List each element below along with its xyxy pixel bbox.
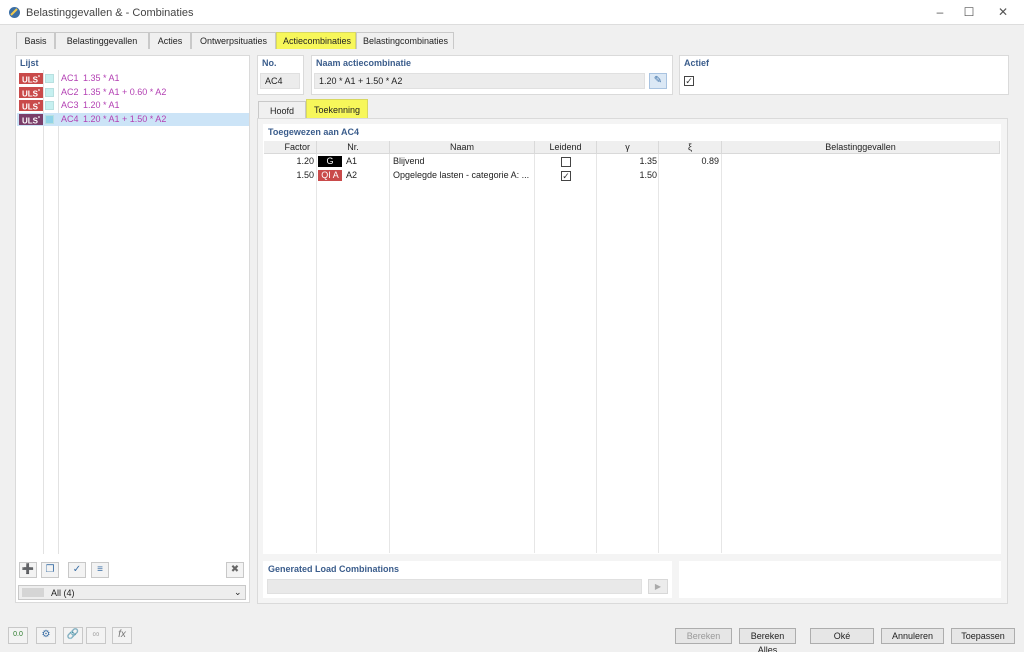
list-item[interactable]: ULS* AC1 1.35 * A1: [17, 72, 249, 85]
uls-badge: ULS*: [19, 87, 43, 99]
color-swatch: [45, 88, 54, 97]
tab-ontwerpsituaties[interactable]: Ontwerpsituaties: [191, 32, 276, 49]
filter-select[interactable]: All (4) ⌄: [18, 585, 246, 600]
cell-factor[interactable]: 1.20: [264, 155, 314, 168]
list-item-selected[interactable]: ULS* AC4 1.20 * A1 + 1.50 * A2: [17, 113, 249, 126]
col-divider: [389, 154, 390, 553]
col-divider: [534, 154, 535, 553]
list-divider: [43, 70, 44, 554]
color-swatch: [45, 101, 54, 110]
cell-xi: 0.89: [701, 156, 719, 166]
col-divider: [721, 154, 722, 553]
col-header-gamma: γ: [597, 141, 659, 154]
action-type-tag: G: [318, 156, 342, 167]
color-swatch: [45, 115, 54, 124]
generated-field[interactable]: [267, 579, 642, 594]
cell-nr[interactable]: A1: [346, 155, 386, 168]
generated-detail-panel: [679, 561, 1001, 598]
list-divider: [58, 70, 59, 554]
app-icon: [9, 7, 20, 18]
cell-factor[interactable]: 1.50: [264, 169, 314, 182]
col-divider: [596, 154, 597, 553]
uls-badge: ULS*: [19, 100, 43, 112]
tab-actiecombinaties[interactable]: Actiecombinaties: [276, 32, 356, 49]
assigned-table-panel: [263, 124, 1001, 554]
tab-belastinggevallen[interactable]: Belastinggevallen: [55, 32, 149, 49]
naam-label: Naam actiecombinatie: [316, 58, 412, 68]
leidend-checkbox[interactable]: [561, 157, 571, 167]
list-label: Lijst: [20, 58, 39, 68]
cell-nr[interactable]: A2: [346, 169, 386, 182]
cell-naam: Blijvend: [393, 156, 425, 166]
annuleren-button[interactable]: Annuleren: [881, 628, 944, 644]
copy-item-icon[interactable]: ❐: [41, 562, 59, 578]
formula-icon[interactable]: fx: [112, 627, 132, 644]
close-icon[interactable]: ✕: [986, 0, 1020, 25]
cell-gamma: 1.35: [639, 156, 657, 166]
cell-xi: [662, 169, 719, 182]
col-header-leidend: Leidend: [535, 141, 597, 154]
edit-name-icon[interactable]: ✎: [649, 73, 667, 89]
oke-button[interactable]: Oké: [810, 628, 874, 644]
tab-basis[interactable]: Basis: [16, 32, 55, 49]
no-field[interactable]: AC4: [260, 73, 300, 89]
uls-badge: ULS*: [19, 114, 43, 126]
col-header-naam: Naam: [390, 141, 535, 154]
col-header-belastinggevallen: Belastinggevallen: [722, 141, 1000, 154]
tab-belastingcombinaties[interactable]: Belastingcombinaties: [356, 32, 454, 49]
actief-panel: [679, 55, 1009, 95]
cell-belastinggevallen: [725, 169, 995, 182]
col-divider: [316, 154, 317, 553]
unlink-icon[interactable]: ∞: [86, 627, 106, 644]
list-item-id: AC1: [61, 73, 79, 83]
maximize-icon[interactable]: ☐: [952, 0, 986, 25]
col-header-factor: Factor: [264, 141, 317, 154]
check-all-icon[interactable]: ✓: [68, 562, 86, 578]
list-item-formula: 1.20 * A1: [83, 100, 120, 110]
no-label: No.: [262, 58, 277, 68]
bereken-alles-button[interactable]: Bereken Alles: [739, 628, 796, 652]
actief-label: Actief: [684, 58, 710, 68]
list-item-id: AC3: [61, 100, 79, 110]
list-item-id: AC2: [61, 87, 79, 97]
list-item[interactable]: ULS* AC2 1.35 * A1 + 0.60 * A2: [17, 86, 249, 99]
col-header-xi: ξ: [659, 141, 722, 154]
list-item-formula: 1.20 * A1 + 1.50 * A2: [83, 114, 167, 124]
uls-badge: ULS*: [19, 73, 43, 85]
cell-belastinggevallen: [725, 155, 995, 168]
generated-label: Generated Load Combinations: [268, 564, 400, 574]
assigned-label: Toegewezen aan AC4: [268, 127, 360, 137]
play-icon[interactable]: ▶: [648, 579, 668, 594]
list-panel: [15, 55, 250, 603]
cell-naam: Opgelegde lasten - categorie A: ...: [393, 170, 530, 180]
model-tree-icon[interactable]: ⚙: [36, 627, 56, 644]
tab-acties[interactable]: Acties: [149, 32, 191, 49]
title-bar: Belastinggevallen & - Combinaties – ☐ ✕: [0, 0, 1024, 25]
bereken-button[interactable]: Bereken: [675, 628, 732, 644]
tab-toekenning[interactable]: Toekenning: [306, 99, 368, 119]
delete-icon[interactable]: ✖: [226, 562, 244, 578]
units-icon[interactable]: 0.0: [8, 627, 28, 644]
cell-gamma: 1.50: [639, 170, 657, 180]
filter-swatch: [22, 588, 44, 597]
check-selected-icon[interactable]: ≡: [91, 562, 109, 578]
color-swatch: [45, 74, 54, 83]
toepassen-button[interactable]: Toepassen: [951, 628, 1015, 644]
leidend-checkbox[interactable]: ✓: [561, 171, 571, 181]
tab-hoofd[interactable]: Hoofd: [258, 101, 306, 119]
list-item-formula: 1.35 * A1: [83, 73, 120, 83]
list-item[interactable]: ULS* AC3 1.20 * A1: [17, 99, 249, 112]
filter-value: All (4): [51, 588, 75, 598]
new-item-icon[interactable]: ➕: [19, 562, 37, 578]
col-header-nr: Nr.: [317, 141, 390, 154]
chevron-down-icon: ⌄: [234, 587, 242, 597]
link-icon[interactable]: 🔗: [63, 627, 83, 644]
actief-checkbox[interactable]: ✓: [684, 76, 694, 86]
window-title: Belastinggevallen & - Combinaties: [26, 7, 194, 19]
list-item-formula: 1.35 * A1 + 0.60 * A2: [83, 87, 167, 97]
list-item-id: AC4: [61, 114, 79, 124]
col-divider: [658, 154, 659, 553]
action-type-tag: QI A: [318, 170, 342, 181]
naam-field[interactable]: 1.20 * A1 + 1.50 * A2: [314, 73, 645, 89]
